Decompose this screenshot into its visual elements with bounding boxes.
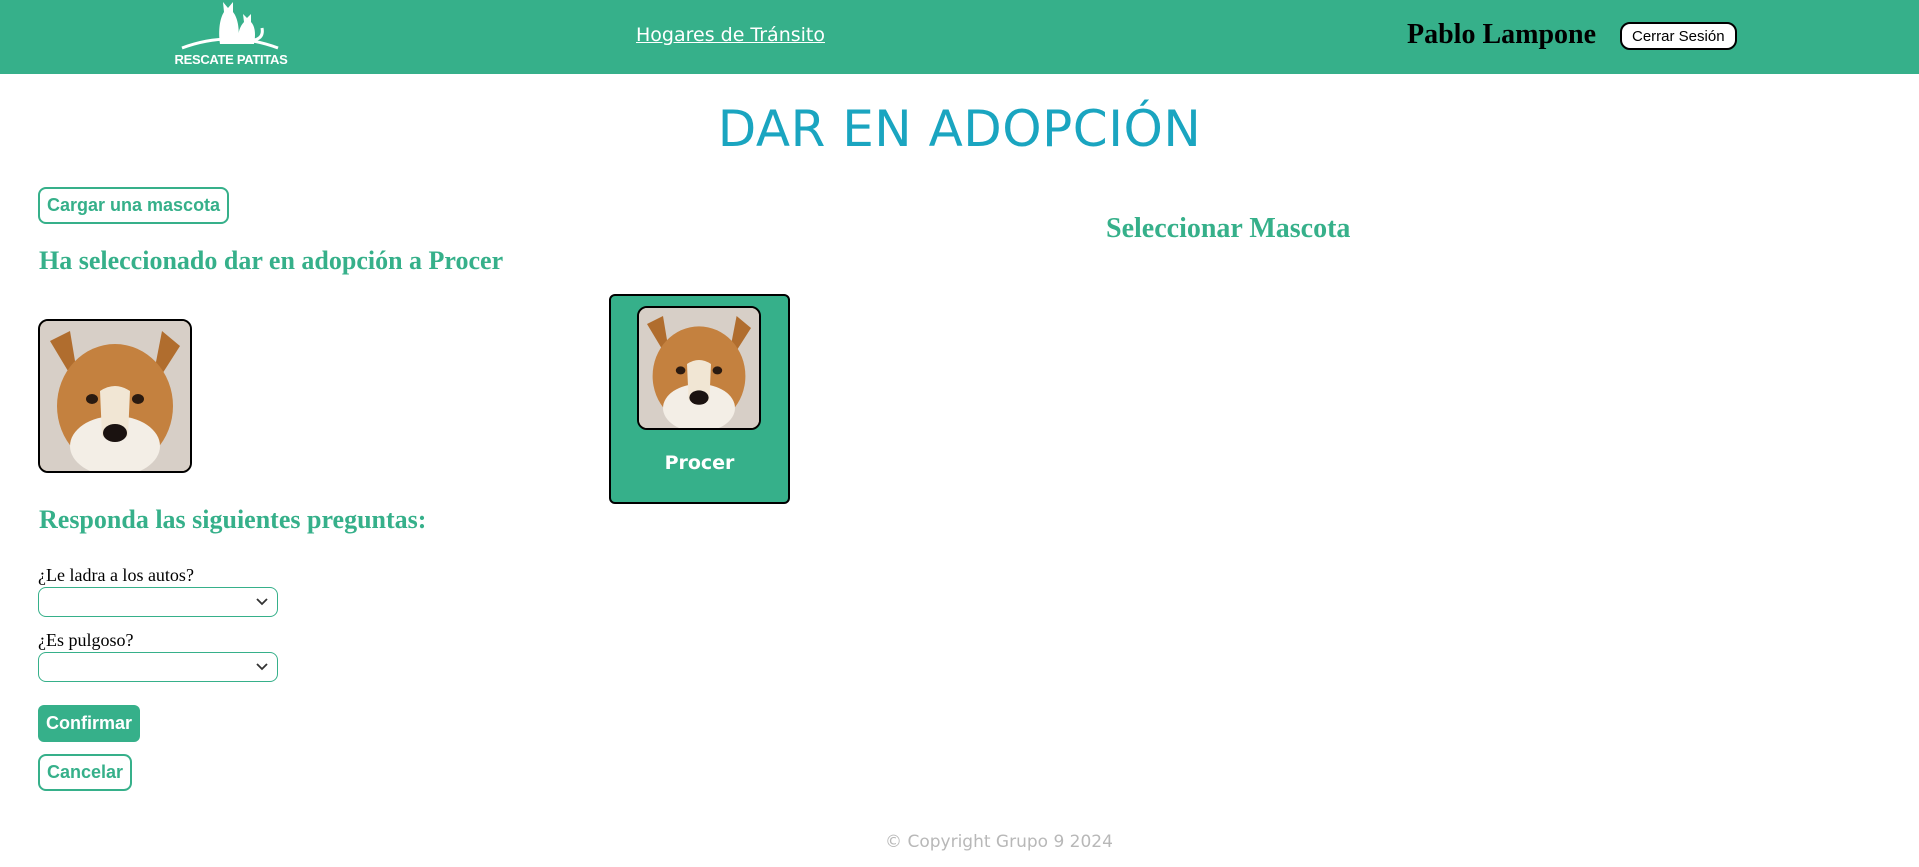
confirm-button[interactable]: Confirmar: [38, 705, 141, 742]
pet-card-photo: [637, 306, 761, 430]
question-label: ¿Le ladra a los autos?: [38, 565, 194, 585]
logo-text: RESCATE PATITAS: [174, 52, 288, 67]
selected-pet-photo: [38, 319, 192, 473]
question-select-has-fleas[interactable]: [38, 652, 278, 682]
dog-cat-logo-icon: [181, 2, 279, 50]
questions-heading: Responda las siguientes preguntas:: [39, 505, 427, 534]
pet-card-procer[interactable]: Procer: [609, 294, 790, 504]
pet-card-name: Procer: [664, 452, 735, 474]
question-select-barks-at-cars[interactable]: [38, 587, 278, 617]
collie-dog-photo-icon: [40, 321, 190, 471]
cancel-button[interactable]: Cancelar: [38, 754, 133, 791]
copyright-footer: © Copyright Grupo 9 2024: [885, 832, 1113, 852]
chevron-down-icon: [256, 598, 268, 606]
page-title: DAR EN ADOPCIÓN: [717, 100, 1202, 158]
top-nav-bar: RESCATE PATITAS Hogares de Tránsito Pabl…: [0, 0, 1919, 74]
chevron-down-icon: [256, 663, 268, 671]
select-pet-heading: Seleccionar Mascota: [1106, 213, 1351, 244]
upload-pet-button[interactable]: Cargar una mascota: [38, 187, 230, 224]
user-name: Pablo Lampone: [1407, 19, 1597, 50]
logout-button[interactable]: Cerrar Sesión: [1620, 22, 1737, 50]
collie-dog-photo-icon: [639, 308, 759, 428]
rescate-patitas-logo[interactable]: RESCATE PATITAS: [170, 0, 290, 74]
question-label: ¿Es pulgoso?: [38, 630, 134, 650]
nav-link-hogares-de-transito[interactable]: Hogares de Tránsito: [636, 24, 825, 46]
selected-pet-heading: Ha seleccionado dar en adopción a Procer: [39, 246, 504, 275]
